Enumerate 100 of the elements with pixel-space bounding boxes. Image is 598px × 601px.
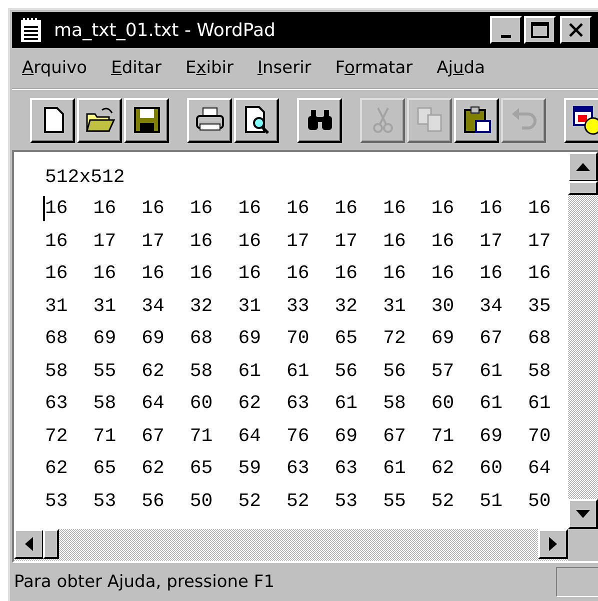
close-button[interactable] (560, 16, 592, 44)
down-arrow-icon (576, 510, 590, 518)
data-value: 69 (238, 327, 262, 350)
print-button[interactable] (187, 98, 232, 142)
scroll-left-button[interactable] (14, 529, 44, 559)
minimize-button[interactable] (490, 16, 522, 44)
data-value: 53 (334, 490, 359, 512)
menu-item[interactable]: Exibir (185, 58, 244, 78)
data-value: 58 (190, 360, 214, 382)
menu-item[interactable]: Inserir (257, 58, 322, 78)
data-value: 50 (528, 490, 552, 512)
data-value: 53 (93, 490, 118, 512)
data-value: 58 (383, 392, 407, 414)
menu-item[interactable]: Ajuda (436, 58, 495, 78)
data-value: 16 (286, 262, 310, 284)
data-value: 16 (528, 197, 552, 220)
data-value: 65 (190, 457, 214, 480)
data-value: 63 (45, 392, 69, 414)
status-text: Para obter Ajuda, pressione F1 (14, 572, 276, 592)
data-value: 58 (45, 360, 69, 382)
menu-item[interactable]: Formatar (335, 58, 423, 78)
data-value: 64 (528, 457, 552, 480)
open-button[interactable] (77, 98, 122, 142)
data-value: 71 (93, 424, 118, 447)
data-value: 58 (93, 392, 118, 414)
data-value: 61 (383, 457, 407, 480)
data-value: 16 (238, 262, 262, 284)
data-value: 56 (383, 360, 407, 382)
data-value: 68 (528, 327, 552, 350)
data-value: 31 (45, 294, 69, 317)
data-value: 68 (190, 327, 214, 350)
text-editor[interactable] (12, 150, 598, 563)
data-value: 64 (142, 392, 166, 414)
data-value: 58 (528, 360, 552, 382)
data-value: 56 (142, 490, 166, 512)
data-value: 52 (238, 490, 262, 512)
data-value: 16 (93, 197, 118, 220)
data-value: 16 (334, 262, 359, 284)
data-value: 63 (334, 457, 359, 480)
data-value: 69 (334, 424, 359, 447)
datetime-button[interactable] (564, 98, 598, 142)
data-value: 64 (238, 424, 262, 447)
data-value: 55 (93, 360, 118, 382)
data-value: 16 (190, 197, 214, 220)
menu-item[interactable]: Arquivo (22, 58, 98, 78)
data-value: 70 (528, 424, 552, 447)
data-value: 16 (190, 230, 214, 252)
data-value: 16 (383, 262, 407, 284)
new-button[interactable] (30, 98, 75, 142)
data-value: 31 (238, 294, 262, 317)
data-value: 16 (93, 262, 118, 284)
minimize-icon (501, 34, 511, 38)
find-button[interactable] (297, 98, 342, 142)
scroll-up-button[interactable] (568, 152, 598, 182)
data-value: 53 (45, 490, 69, 512)
horizontal-scrollbar[interactable] (14, 529, 568, 561)
data-value: 16 (383, 197, 407, 220)
scroll-thumb[interactable] (568, 181, 598, 195)
data-value: 16 (431, 197, 456, 220)
data-value: 70 (286, 327, 310, 350)
data-value: 16 (238, 230, 262, 252)
preview-button[interactable] (234, 98, 279, 142)
data-value: 59 (238, 457, 262, 480)
data-value: 62 (142, 457, 166, 480)
data-value: 69 (93, 327, 118, 350)
scroll-right-button[interactable] (538, 529, 568, 559)
paste-button[interactable] (454, 98, 499, 142)
scroll-down-button[interactable] (568, 499, 598, 529)
data-value: 68 (45, 327, 69, 350)
data-value: 16 (528, 262, 552, 284)
data-value: 17 (334, 230, 359, 252)
save-button[interactable] (124, 98, 169, 142)
data-value: 31 (383, 294, 407, 317)
data-value: 32 (190, 294, 214, 317)
data-value: 17 (286, 230, 310, 252)
data-value: 65 (334, 327, 359, 350)
up-arrow-icon (576, 163, 590, 171)
data-value: 60 (431, 392, 456, 414)
data-value: 33 (286, 294, 310, 317)
data-value: 16 (286, 197, 310, 220)
data-value: 67 (142, 424, 166, 447)
text-cursor (43, 196, 45, 221)
data-value: 16 (480, 262, 504, 284)
data-value: 16 (431, 230, 456, 252)
data-value: 16 (45, 262, 69, 284)
vertical-scrollbar[interactable] (568, 152, 598, 529)
left-arrow-icon (25, 537, 33, 551)
status-panel (556, 567, 598, 597)
menu-item[interactable]: Editar (111, 58, 172, 78)
data-value: 72 (383, 327, 407, 350)
data-value: 60 (480, 457, 504, 480)
data-value: 76 (286, 424, 310, 447)
scroll-thumb[interactable] (43, 529, 59, 559)
data-value: 62 (431, 457, 456, 480)
data-value: 34 (480, 294, 504, 317)
maximize-button[interactable] (524, 16, 556, 44)
data-value: 61 (238, 360, 262, 382)
data-value: 61 (528, 392, 552, 414)
notepad-icon (20, 17, 42, 43)
data-value: 16 (480, 197, 504, 220)
